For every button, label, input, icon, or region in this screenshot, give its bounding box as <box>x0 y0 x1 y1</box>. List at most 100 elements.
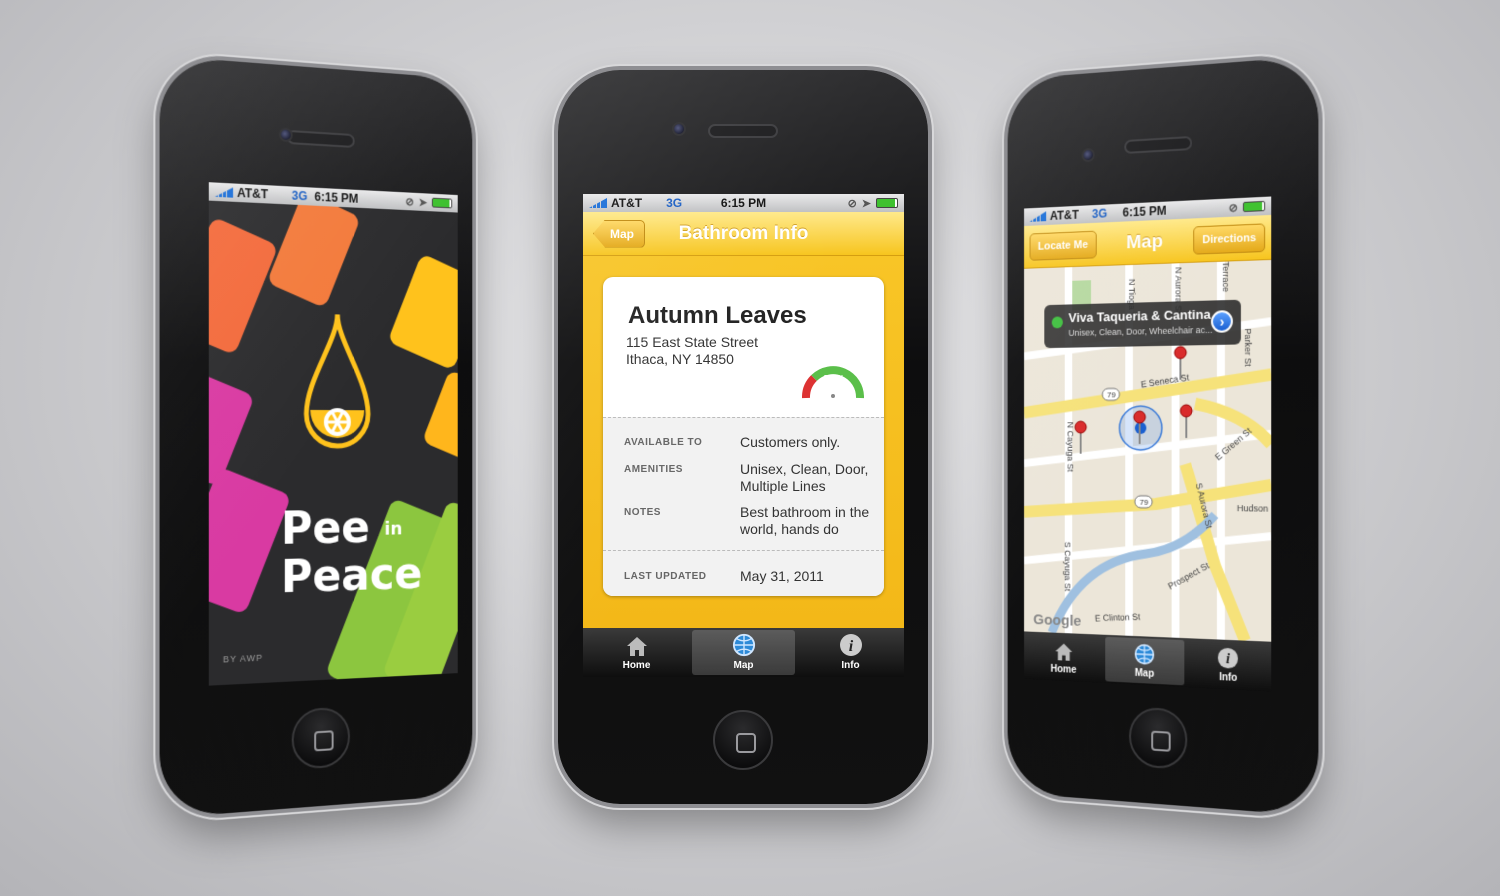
route-label: 79 <box>1107 390 1115 399</box>
front-camera <box>278 127 293 143</box>
row-key: NOTES <box>624 507 661 518</box>
tab-home[interactable]: Home <box>1026 633 1102 681</box>
map-pin-icon[interactable] <box>1074 420 1087 454</box>
phone-map: AT&T 3G 6:15 PM ⊘ Locate Me Map Directio… <box>1007 55 1319 817</box>
callout-title: Viva Taqueria & Cantina <box>1068 306 1211 326</box>
divider <box>603 550 884 551</box>
tab-label: Home <box>1050 663 1077 676</box>
callout-subtitle: Unisex, Clean, Door, Wheelchair ac... <box>1068 324 1213 338</box>
address: 115 East State Street Ithaca, NY 14850 <box>626 334 758 368</box>
info-icon: i <box>839 634 862 656</box>
front-camera <box>672 122 686 136</box>
screen-info: AT&T 3G 6:15 PM ⊘ ➤ Map Bathroom Info Aut… <box>583 194 904 677</box>
title-in: in <box>384 518 403 540</box>
row-key: LAST UPDATED <box>624 571 707 582</box>
clock: 6:15 PM <box>314 189 359 206</box>
screen-title: Map <box>1126 230 1163 253</box>
row-key: AVAILABLE TO <box>624 437 703 448</box>
title-pee: Pee <box>280 502 370 555</box>
street-label: Terrace <box>1220 261 1231 293</box>
street-label: Hudson <box>1236 503 1269 514</box>
clock: 6:15 PM <box>1122 203 1167 220</box>
globe-icon <box>732 633 755 657</box>
tab-info[interactable]: i Info <box>1188 640 1269 689</box>
battery-icon <box>431 197 453 209</box>
tab-info[interactable]: i Info <box>799 630 902 675</box>
street-label: Parker St <box>1242 328 1253 367</box>
street-label: E Clinton St <box>1094 611 1141 624</box>
route-label: 79 <box>1140 498 1149 507</box>
tab-label: Info <box>1219 671 1238 685</box>
tab-map[interactable]: Map <box>692 630 795 675</box>
battery-icon <box>1242 200 1266 213</box>
map-pin-icon[interactable] <box>1174 345 1188 379</box>
tab-label: Home <box>622 660 651 671</box>
orange-tile <box>266 200 361 309</box>
signal-icon <box>215 187 233 198</box>
home-hardware-button[interactable] <box>1129 706 1188 771</box>
map-pin-icon[interactable] <box>1179 404 1193 438</box>
speaker-grille <box>1124 135 1193 154</box>
network-label: 3G <box>291 188 308 204</box>
drop-logo-icon <box>301 309 374 460</box>
place-callout[interactable]: Viva Taqueria & Cantina Unisex, Clean, D… <box>1044 299 1241 349</box>
tab-map[interactable]: Map <box>1105 636 1185 686</box>
details-table: AVAILABLE TO Customers only. AMENITIES U… <box>603 417 884 596</box>
status-bar: AT&T 3G 6:15 PM ⊘ ➤ <box>583 194 904 212</box>
orange-tile <box>208 216 279 356</box>
tab-bar: Home Map i Info <box>583 628 904 677</box>
home-hardware-button[interactable] <box>291 706 350 771</box>
row-value: Customers only. <box>740 434 841 450</box>
stage: AT&T 3G 6:15 PM ⊘ ➤ Pee in Peace BY AWP … <box>0 0 1500 896</box>
screen-map: AT&T 3G 6:15 PM ⊘ Locate Me Map Directio… <box>1024 196 1272 692</box>
row-value: Unisex, Clean, Door, Multiple Lines <box>740 461 869 494</box>
back-to-map-button[interactable]: Map <box>593 219 645 248</box>
carrier-label: AT&T <box>1049 207 1079 223</box>
lock-rotation-icon: ⊘ <box>1228 201 1238 215</box>
location-icon: ➤ <box>418 196 428 209</box>
home-icon <box>626 637 647 656</box>
carrier-label: AT&T <box>611 196 643 210</box>
address-line2: Ithaca, NY 14850 <box>626 351 734 367</box>
row-value: Best bathroom in the world, hands do <box>740 504 870 537</box>
speaker-grille <box>286 129 355 149</box>
bathroom-card: Autumn Leaves 115 East State Street Itha… <box>603 277 884 596</box>
address-line1: 115 East State Street <box>626 334 759 350</box>
magenta-tile <box>208 372 255 487</box>
home-hardware-button[interactable] <box>713 710 773 770</box>
signal-icon <box>589 198 607 208</box>
yellow-tile <box>421 369 458 464</box>
gauge-label: OPEN <box>823 375 843 382</box>
byline: BY AWP <box>222 652 264 665</box>
network-label: 3G <box>1092 206 1108 221</box>
map-view[interactable]: 79 79 E Seneca St E Green St S Aurora St… <box>1024 259 1272 642</box>
location-icon: ➤ <box>861 197 871 210</box>
battery-icon <box>876 198 898 208</box>
tab-bar: Home Map i Info <box>1024 631 1272 692</box>
map-pin-icon[interactable] <box>1133 410 1146 444</box>
app-logo-title: Pee in Peace <box>280 502 423 604</box>
signal-icon <box>1030 211 1047 222</box>
tab-label: Info <box>841 660 860 671</box>
front-camera <box>1081 147 1095 163</box>
globe-icon <box>1133 643 1156 666</box>
tab-label: Map <box>733 660 754 671</box>
svg-text:i: i <box>1226 651 1230 668</box>
tab-home[interactable]: Home <box>585 630 688 675</box>
open-gauge-icon: OPEN <box>802 366 864 399</box>
place-name: Autumn Leaves <box>628 302 807 329</box>
info-content: Autumn Leaves 115 East State Street Itha… <box>583 256 904 628</box>
tab-label: Map <box>1134 667 1155 680</box>
locate-me-button[interactable]: Locate Me <box>1029 230 1097 261</box>
row-key: AMENITIES <box>624 464 683 475</box>
screen-splash: AT&T 3G 6:15 PM ⊘ ➤ Pee in Peace BY AWP <box>208 182 458 686</box>
home-icon <box>1055 643 1072 661</box>
directions-button[interactable]: Directions <box>1193 223 1266 255</box>
phone-splash: AT&T 3G 6:15 PM ⊘ ➤ Pee in Peace BY AWP <box>159 55 473 819</box>
disclosure-icon[interactable]: › <box>1210 310 1233 333</box>
splash-screen: Pee in Peace BY AWP <box>208 200 458 686</box>
title-peace: Peace <box>280 548 423 604</box>
carrier-label: AT&T <box>237 185 269 202</box>
navigation-bar: Map Bathroom Info <box>583 212 904 256</box>
lock-rotation-icon: ⊘ <box>847 197 857 210</box>
